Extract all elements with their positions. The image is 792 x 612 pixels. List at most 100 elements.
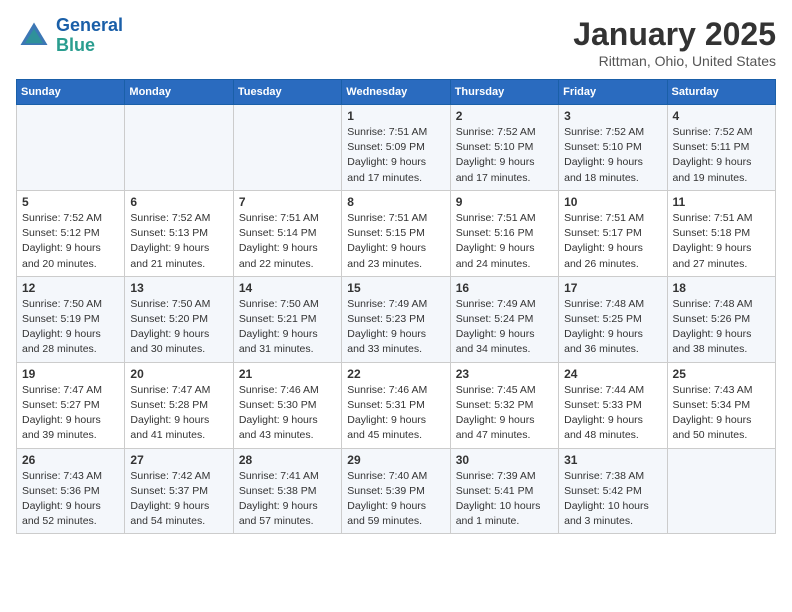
day-info: Sunrise: 7:40 AMSunset: 5:39 PMDaylight:…	[347, 469, 444, 530]
day-info: Sunrise: 7:39 AMSunset: 5:41 PMDaylight:…	[456, 469, 553, 530]
day-info: Sunrise: 7:52 AMSunset: 5:13 PMDaylight:…	[130, 211, 227, 272]
calendar-day-header: Sunday	[17, 80, 125, 105]
day-info: Sunrise: 7:50 AMSunset: 5:21 PMDaylight:…	[239, 297, 336, 358]
calendar-day-header: Saturday	[667, 80, 775, 105]
day-number: 7	[239, 195, 336, 209]
calendar-day-cell: 3Sunrise: 7:52 AMSunset: 5:10 PMDaylight…	[559, 105, 667, 191]
day-info: Sunrise: 7:50 AMSunset: 5:19 PMDaylight:…	[22, 297, 119, 358]
calendar-day-cell: 23Sunrise: 7:45 AMSunset: 5:32 PMDayligh…	[450, 362, 558, 448]
day-number: 27	[130, 453, 227, 467]
day-number: 16	[456, 281, 553, 295]
calendar-day-cell: 19Sunrise: 7:47 AMSunset: 5:27 PMDayligh…	[17, 362, 125, 448]
day-number: 3	[564, 109, 661, 123]
calendar-day-cell: 26Sunrise: 7:43 AMSunset: 5:36 PMDayligh…	[17, 448, 125, 534]
day-number: 21	[239, 367, 336, 381]
calendar-day-header: Tuesday	[233, 80, 341, 105]
page-header: General Blue January 2025 Rittman, Ohio,…	[16, 16, 776, 69]
calendar-body: 1Sunrise: 7:51 AMSunset: 5:09 PMDaylight…	[17, 105, 776, 534]
day-info: Sunrise: 7:52 AMSunset: 5:10 PMDaylight:…	[456, 125, 553, 186]
day-number: 5	[22, 195, 119, 209]
day-info: Sunrise: 7:42 AMSunset: 5:37 PMDaylight:…	[130, 469, 227, 530]
day-number: 24	[564, 367, 661, 381]
day-info: Sunrise: 7:47 AMSunset: 5:28 PMDaylight:…	[130, 383, 227, 444]
calendar-week-row: 26Sunrise: 7:43 AMSunset: 5:36 PMDayligh…	[17, 448, 776, 534]
day-number: 17	[564, 281, 661, 295]
calendar-day-cell: 6 Sunrise: 7:52 AMSunset: 5:13 PMDaylight…	[125, 190, 233, 276]
calendar-day-header: Thursday	[450, 80, 558, 105]
day-info: Sunrise: 7:48 AMSunset: 5:25 PMDaylight:…	[564, 297, 661, 358]
day-info: Sunrise: 7:49 AMSunset: 5:23 PMDaylight:…	[347, 297, 444, 358]
calendar-day-cell: 7Sunrise: 7:51 AMSunset: 5:14 PMDaylight…	[233, 190, 341, 276]
day-info: Sunrise: 7:51 AMSunset: 5:16 PMDaylight:…	[456, 211, 553, 272]
day-number: 29	[347, 453, 444, 467]
day-info: Sunrise: 7:51 AMSunset: 5:15 PMDaylight:…	[347, 211, 444, 272]
day-number: 10	[564, 195, 661, 209]
location: Rittman, Ohio, United States	[573, 53, 776, 69]
calendar-day-cell	[233, 105, 341, 191]
calendar-day-cell: 2 Sunrise: 7:52 AMSunset: 5:10 PMDaylight…	[450, 105, 558, 191]
day-number: 6	[130, 195, 227, 209]
calendar-day-cell: 8 Sunrise: 7:51 AMSunset: 5:15 PMDaylight…	[342, 190, 450, 276]
calendar-day-cell: 10 Sunrise: 7:51 AMSunset: 5:17 PMDayligh…	[559, 190, 667, 276]
day-info: Sunrise: 7:50 AMSunset: 5:20 PMDaylight:…	[130, 297, 227, 358]
calendar-week-row: 12 Sunrise: 7:50 AMSunset: 5:19 PMDayligh…	[17, 276, 776, 362]
day-number: 20	[130, 367, 227, 381]
day-info: Sunrise: 7:43 AMSunset: 5:34 PMDaylight:…	[673, 383, 770, 444]
day-number: 14	[239, 281, 336, 295]
calendar-day-cell	[667, 448, 775, 534]
calendar-week-row: 1Sunrise: 7:51 AMSunset: 5:09 PMDaylight…	[17, 105, 776, 191]
calendar-table: SundayMondayTuesdayWednesdayThursdayFrid…	[16, 79, 776, 534]
calendar-day-cell: 25 Sunrise: 7:43 AMSunset: 5:34 PMDayligh…	[667, 362, 775, 448]
calendar-day-cell: 18Sunrise: 7:48 AMSunset: 5:26 PMDayligh…	[667, 276, 775, 362]
day-info: Sunrise: 7:47 AMSunset: 5:27 PMDaylight:…	[22, 383, 119, 444]
day-info: Sunrise: 7:51 AMSunset: 5:17 PMDaylight:…	[564, 211, 661, 272]
calendar-day-cell: 20 Sunrise: 7:47 AMSunset: 5:28 PMDayligh…	[125, 362, 233, 448]
day-number: 1	[347, 109, 444, 123]
logo-icon	[16, 18, 52, 54]
calendar-day-cell: 30Sunrise: 7:39 AMSunset: 5:41 PMDayligh…	[450, 448, 558, 534]
calendar-day-header: Wednesday	[342, 80, 450, 105]
day-info: Sunrise: 7:46 AMSunset: 5:31 PMDaylight:…	[347, 383, 444, 444]
day-number: 23	[456, 367, 553, 381]
day-info: Sunrise: 7:38 AMSunset: 5:42 PMDaylight:…	[564, 469, 661, 530]
day-number: 18	[673, 281, 770, 295]
calendar-week-row: 19Sunrise: 7:47 AMSunset: 5:27 PMDayligh…	[17, 362, 776, 448]
day-info: Sunrise: 7:43 AMSunset: 5:36 PMDaylight:…	[22, 469, 119, 530]
calendar-day-cell: 13 Sunrise: 7:50 AMSunset: 5:20 PMDayligh…	[125, 276, 233, 362]
logo-text: General Blue	[56, 16, 123, 56]
day-number: 22	[347, 367, 444, 381]
day-info: Sunrise: 7:49 AMSunset: 5:24 PMDaylight:…	[456, 297, 553, 358]
calendar-day-cell: 17 Sunrise: 7:48 AMSunset: 5:25 PMDayligh…	[559, 276, 667, 362]
day-number: 31	[564, 453, 661, 467]
calendar-day-cell: 27 Sunrise: 7:42 AMSunset: 5:37 PMDayligh…	[125, 448, 233, 534]
calendar-day-cell: 11Sunrise: 7:51 AMSunset: 5:18 PMDayligh…	[667, 190, 775, 276]
day-number: 2	[456, 109, 553, 123]
calendar-day-header: Monday	[125, 80, 233, 105]
calendar-day-cell: 24 Sunrise: 7:44 AMSunset: 5:33 PMDayligh…	[559, 362, 667, 448]
calendar-day-cell: 9Sunrise: 7:51 AMSunset: 5:16 PMDaylight…	[450, 190, 558, 276]
day-number: 25	[673, 367, 770, 381]
day-number: 8	[347, 195, 444, 209]
day-number: 13	[130, 281, 227, 295]
calendar-day-cell: 31 Sunrise: 7:38 AMSunset: 5:42 PMDayligh…	[559, 448, 667, 534]
day-number: 15	[347, 281, 444, 295]
logo: General Blue	[16, 16, 123, 56]
day-number: 4	[673, 109, 770, 123]
day-number: 12	[22, 281, 119, 295]
month-title: January 2025	[573, 16, 776, 53]
day-info: Sunrise: 7:51 AMSunset: 5:18 PMDaylight:…	[673, 211, 770, 272]
calendar-header-row: SundayMondayTuesdayWednesdayThursdayFrid…	[17, 80, 776, 105]
day-info: Sunrise: 7:41 AMSunset: 5:38 PMDaylight:…	[239, 469, 336, 530]
title-block: January 2025 Rittman, Ohio, United State…	[573, 16, 776, 69]
calendar-day-cell: 29 Sunrise: 7:40 AMSunset: 5:39 PMDayligh…	[342, 448, 450, 534]
calendar-day-cell: 14 Sunrise: 7:50 AMSunset: 5:21 PMDayligh…	[233, 276, 341, 362]
calendar-day-cell	[17, 105, 125, 191]
day-info: Sunrise: 7:52 AMSunset: 5:12 PMDaylight:…	[22, 211, 119, 272]
calendar-day-header: Friday	[559, 80, 667, 105]
day-info: Sunrise: 7:44 AMSunset: 5:33 PMDaylight:…	[564, 383, 661, 444]
calendar-day-cell: 16 Sunrise: 7:49 AMSunset: 5:24 PMDayligh…	[450, 276, 558, 362]
calendar-day-cell: 28 Sunrise: 7:41 AMSunset: 5:38 PMDayligh…	[233, 448, 341, 534]
day-number: 28	[239, 453, 336, 467]
day-info: Sunrise: 7:46 AMSunset: 5:30 PMDaylight:…	[239, 383, 336, 444]
calendar-day-cell: 5 Sunrise: 7:52 AMSunset: 5:12 PMDaylight…	[17, 190, 125, 276]
